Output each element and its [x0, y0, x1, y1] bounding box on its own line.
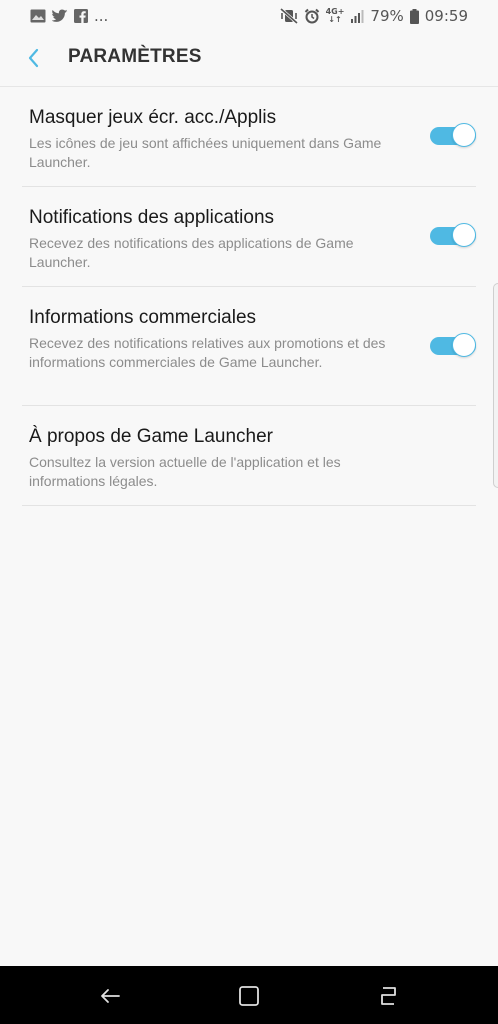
app-notifications-toggle[interactable]: [430, 223, 476, 249]
chevron-left-icon: [28, 48, 39, 68]
network-type-icon: 4G+ ↓↑: [325, 7, 345, 24]
nav-home-button[interactable]: [236, 983, 262, 1009]
setting-row-about[interactable]: À propos de Game Launcher Consultez la v…: [22, 406, 476, 506]
setting-title: Informations commerciales: [29, 307, 257, 328]
nav-recents-button[interactable]: [375, 983, 401, 1009]
toggle-thumb: [452, 223, 476, 247]
navigation-bar: [0, 966, 498, 1024]
setting-row-commercial-info[interactable]: Informations commerciales Recevez des no…: [22, 287, 476, 406]
setting-summary: Recevez des notifications des applicatio…: [29, 235, 354, 270]
setting-title: À propos de Game Launcher: [29, 426, 273, 447]
page-title: PARAMÈTRES: [68, 46, 202, 67]
alarm-icon: [304, 8, 320, 24]
facebook-icon: [74, 9, 88, 23]
setting-summary: Les icônes de jeu sont affichées uniquem…: [29, 135, 382, 170]
nav-back-button[interactable]: [97, 983, 123, 1009]
hide-games-toggle[interactable]: [430, 123, 476, 149]
commercial-info-toggle[interactable]: [430, 333, 476, 359]
toggle-thumb: [452, 123, 476, 147]
setting-row-hide-games[interactable]: Masquer jeux écr. acc./Applis Les icônes…: [22, 87, 476, 187]
toggle-thumb: [452, 333, 476, 357]
clock: 09:59: [424, 7, 468, 25]
twitter-icon: [52, 9, 68, 23]
setting-summary: Consultez la version actuelle de l'appli…: [29, 454, 341, 489]
image-icon: [30, 9, 46, 23]
edge-panel-handle[interactable]: [493, 283, 498, 488]
battery-icon: [409, 8, 419, 24]
setting-title: Masquer jeux écr. acc./Applis: [29, 107, 277, 128]
more-notifications-indicator: ...: [94, 7, 109, 25]
signal-strength-icon: [350, 9, 364, 23]
back-arrow-icon: [101, 989, 120, 1003]
setting-row-app-notifications[interactable]: Notifications des applications Recevez d…: [22, 187, 476, 287]
settings-list: Masquer jeux écr. acc./Applis Les icônes…: [0, 87, 498, 506]
app-bar: PARAMÈTRES: [0, 32, 498, 87]
home-square-icon: [239, 986, 259, 1006]
setting-summary: Recevez des notifications relatives aux …: [29, 335, 386, 370]
recent-apps-icon: [381, 987, 396, 1005]
setting-title: Notifications des applications: [29, 207, 275, 228]
status-bar: ... 4G+ ↓↑ 79% 09:59: [0, 0, 498, 32]
battery-percent: 79%: [370, 7, 404, 25]
back-button[interactable]: [22, 46, 46, 70]
vibrate-mute-icon: [279, 8, 298, 24]
